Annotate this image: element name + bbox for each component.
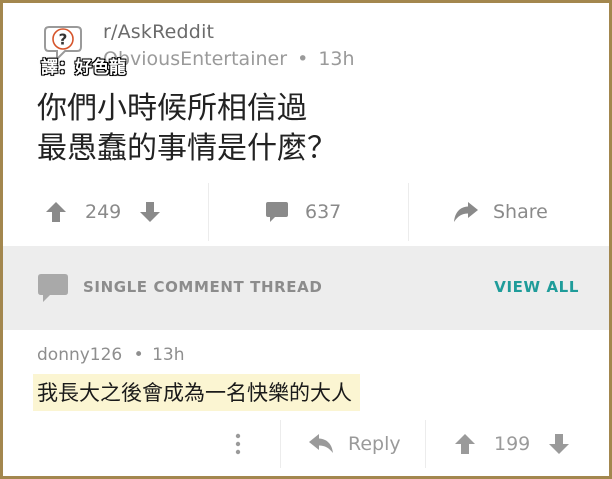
- comment-meta: donny126 • 13h: [37, 345, 185, 365]
- translator-watermark: 譯：好色龍: [41, 58, 126, 78]
- reply-label: Reply: [348, 433, 401, 455]
- meta-separator: •: [297, 48, 309, 70]
- share-arrow-icon: [453, 201, 479, 223]
- view-all-link[interactable]: VIEW ALL: [494, 278, 579, 296]
- vertical-dots-icon[interactable]: [235, 418, 241, 470]
- comment-author[interactable]: donny126: [37, 345, 122, 365]
- comment-age: 13h: [152, 345, 185, 365]
- thread-label: SINGLE COMMENT THREAD: [83, 278, 323, 296]
- comment-body: 我長大之後會成為一名快樂的大人: [33, 374, 360, 411]
- comment-action-bar: Reply 199: [3, 418, 609, 470]
- comment-bubble-icon: [37, 273, 69, 303]
- comment-vote-group: 199: [454, 418, 570, 470]
- svg-text:?: ?: [59, 31, 68, 49]
- meta-separator: •: [133, 345, 144, 365]
- arrow-down-icon[interactable]: [139, 200, 161, 224]
- single-thread-banner: SINGLE COMMENT THREAD VIEW ALL: [3, 246, 609, 330]
- post-age: 13h: [318, 48, 355, 70]
- divider: [280, 420, 281, 468]
- share-label: Share: [493, 201, 548, 223]
- vote-group: 249: [45, 181, 161, 243]
- comment-score: 199: [494, 433, 531, 455]
- arrow-up-icon[interactable]: [454, 432, 476, 456]
- screenshot-frame: ? r/AskReddit ObviousEntertainer • 13h 譯…: [0, 0, 612, 479]
- divider: [208, 183, 209, 241]
- arrow-down-icon[interactable]: [548, 432, 570, 456]
- post-title-line-2: 最愚蠢的事情是什麼？: [37, 131, 337, 166]
- comments-button[interactable]: 637: [265, 181, 341, 243]
- reply-button[interactable]: Reply: [308, 418, 401, 470]
- post-action-bar: 249 637 Share: [3, 181, 609, 243]
- post-title: 你們小時候所相信過 最愚蠢的事情是什麼？: [37, 89, 577, 169]
- arrow-up-icon[interactable]: [45, 200, 67, 224]
- share-button[interactable]: Share: [453, 181, 548, 243]
- post-meta: ObviousEntertainer • 13h: [103, 48, 355, 70]
- reply-arrow-icon: [308, 434, 334, 454]
- post-author[interactable]: ObviousEntertainer: [103, 48, 287, 70]
- divider: [425, 420, 426, 468]
- divider: [408, 183, 409, 241]
- post-header: ? r/AskReddit ObviousEntertainer • 13h 譯…: [3, 3, 609, 87]
- subreddit-name[interactable]: r/AskReddit: [103, 21, 214, 43]
- comment-count: 637: [305, 201, 342, 223]
- post-score: 249: [85, 201, 122, 223]
- comment-bubble-icon: [265, 201, 289, 223]
- post-title-line-1: 你們小時候所相信過: [37, 91, 307, 126]
